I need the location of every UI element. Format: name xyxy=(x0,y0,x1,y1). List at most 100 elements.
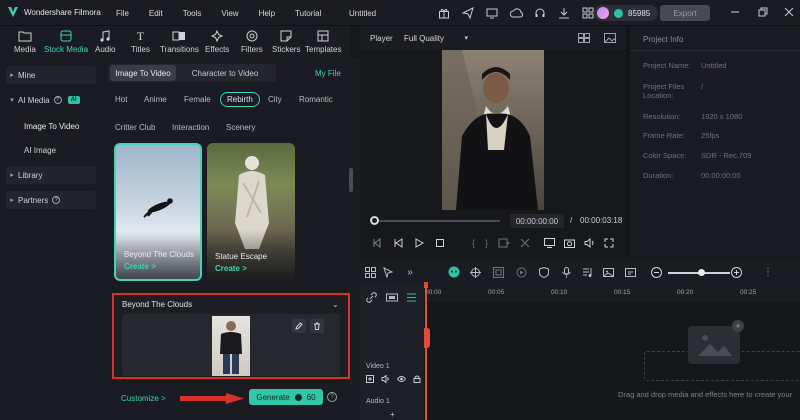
tool-audio[interactable]: Audio xyxy=(95,29,115,54)
display-icon[interactable] xyxy=(544,238,555,248)
menu-help[interactable]: Help xyxy=(259,9,275,18)
tool-stickers[interactable]: Stickers xyxy=(272,29,300,54)
cloud-icon[interactable] xyxy=(508,5,524,21)
menu-tutorial[interactable]: Tutorial xyxy=(295,9,321,18)
tool-titles[interactable]: T Titles xyxy=(131,29,150,55)
stop-icon[interactable] xyxy=(435,238,445,248)
template-card-beyond-the-clouds[interactable]: Beyond The Clouds Create > xyxy=(114,143,202,281)
audio-list-icon[interactable] xyxy=(581,266,593,278)
zoom-slider-handle[interactable] xyxy=(698,269,705,276)
nav-mine[interactable]: ▸ Mine xyxy=(6,66,96,84)
chip-interaction[interactable]: Interaction xyxy=(172,123,209,132)
clip-marker[interactable] xyxy=(424,328,430,348)
trash-icon[interactable] xyxy=(310,319,324,333)
progress-track[interactable] xyxy=(374,220,500,222)
playhead-handle[interactable] xyxy=(424,282,428,288)
mute-icon[interactable] xyxy=(381,375,390,383)
generate-button[interactable]: Generate 60 xyxy=(249,389,323,405)
link-icon[interactable] xyxy=(366,292,377,303)
menu-tools[interactable]: Tools xyxy=(183,9,202,18)
mark-in-icon[interactable]: { xyxy=(472,238,475,248)
progress-handle[interactable] xyxy=(370,216,379,225)
cut-icon[interactable] xyxy=(520,238,530,248)
tool-templates[interactable]: Templates xyxy=(305,29,341,54)
card-create-link[interactable]: Create > xyxy=(124,262,156,271)
card-create-link[interactable]: Create > xyxy=(215,264,247,273)
export-button[interactable]: Export xyxy=(660,5,710,21)
help-icon[interactable]: ? xyxy=(53,96,62,104)
template-card-statue-escape[interactable]: Statue Escape Create > xyxy=(207,143,295,281)
snapshot-marker-icon[interactable] xyxy=(498,238,511,248)
more-options-icon[interactable]: ⋮ xyxy=(762,266,774,278)
timeline-tracks-area[interactable]: + xyxy=(424,302,800,420)
zoom-out-icon[interactable] xyxy=(650,266,662,278)
add-audio-track-icon[interactable]: + xyxy=(390,410,395,419)
nav-library[interactable]: ▸ Library xyxy=(6,166,96,184)
nav-partners[interactable]: ▸ Partners ? xyxy=(6,191,96,209)
gift-icon[interactable] xyxy=(436,5,452,21)
headset-icon[interactable] xyxy=(532,5,548,21)
chip-critter-club[interactable]: Critter Club xyxy=(115,123,155,132)
help-icon[interactable]: ? xyxy=(327,392,337,402)
uploaded-image-area[interactable] xyxy=(122,314,340,376)
menu-view[interactable]: View xyxy=(221,9,238,18)
image-track-icon[interactable] xyxy=(602,266,614,278)
eye-icon[interactable] xyxy=(397,375,406,383)
download-icon[interactable] xyxy=(556,5,572,21)
add-track-icon[interactable] xyxy=(366,375,374,383)
chip-female[interactable]: Female xyxy=(184,95,211,104)
menu-edit[interactable]: Edit xyxy=(149,9,163,18)
edit-icon[interactable] xyxy=(292,319,306,333)
tool-transitions[interactable]: Transitions xyxy=(160,29,199,54)
nav-ai-image[interactable]: AI Image xyxy=(24,141,98,159)
grid-layout-icon[interactable] xyxy=(364,266,376,278)
fullscreen-icon[interactable] xyxy=(604,238,614,248)
more-tools-icon[interactable]: » xyxy=(404,266,416,278)
chip-rebirth[interactable]: Rebirth xyxy=(220,92,260,107)
tool-media[interactable]: Media xyxy=(14,29,36,54)
customize-link[interactable]: Customize > xyxy=(121,394,166,403)
previous-frame-icon[interactable] xyxy=(372,238,382,248)
nav-ai-media[interactable]: ▾ AI Media ? AI xyxy=(6,91,96,109)
subtitle-icon[interactable] xyxy=(624,266,636,278)
speed-icon[interactable] xyxy=(515,266,527,278)
tab-character-to-video[interactable]: Character to Video xyxy=(180,65,270,81)
ai-copilot-icon[interactable] xyxy=(448,266,460,278)
mark-out-icon[interactable]: } xyxy=(485,238,488,248)
layout-grid-icon[interactable] xyxy=(578,33,590,43)
track-type-icon[interactable] xyxy=(386,292,398,303)
nav-image-to-video[interactable]: Image To Video xyxy=(24,117,98,135)
close-icon[interactable] xyxy=(784,7,794,17)
tool-effects[interactable]: Effects xyxy=(205,29,229,54)
credits-badge[interactable]: 85985 xyxy=(594,5,659,21)
shield-icon[interactable] xyxy=(538,266,550,278)
chip-city[interactable]: City xyxy=(268,95,282,104)
tab-image-to-video[interactable]: Image To Video xyxy=(110,65,176,81)
monitor-icon[interactable] xyxy=(484,5,500,21)
scrollbar-thumb[interactable] xyxy=(349,168,353,192)
video-preview[interactable] xyxy=(442,50,544,210)
tool-stock-media[interactable]: Stock Media xyxy=(44,29,88,54)
motion-tracking-icon[interactable] xyxy=(469,266,481,278)
image-icon[interactable] xyxy=(604,33,616,43)
chip-romantic[interactable]: Romantic xyxy=(299,95,333,104)
lock-icon[interactable] xyxy=(413,375,421,383)
auto-reframe-icon[interactable] xyxy=(492,266,504,278)
select-tool-icon[interactable] xyxy=(382,266,394,278)
volume-icon[interactable] xyxy=(584,238,595,248)
help-icon[interactable]: ? xyxy=(52,196,61,204)
chip-scenery[interactable]: Scenery xyxy=(226,123,255,132)
minimize-icon[interactable] xyxy=(730,7,740,17)
chevron-down-icon[interactable]: ⌄ xyxy=(332,300,339,309)
my-file-link[interactable]: My File xyxy=(315,69,341,78)
zoom-in-icon[interactable] xyxy=(730,266,742,278)
quality-select[interactable]: Full Quality ▾ xyxy=(400,31,472,45)
restore-icon[interactable] xyxy=(758,7,768,17)
track-list-icon[interactable] xyxy=(406,292,417,303)
send-icon[interactable] xyxy=(460,5,476,21)
camera-icon[interactable] xyxy=(564,238,575,248)
tool-filters[interactable]: Filters xyxy=(241,29,263,54)
menu-file[interactable]: File xyxy=(116,9,129,18)
chip-hot[interactable]: Hot xyxy=(115,95,127,104)
current-timecode[interactable]: 00:00:00:00 xyxy=(510,214,564,228)
